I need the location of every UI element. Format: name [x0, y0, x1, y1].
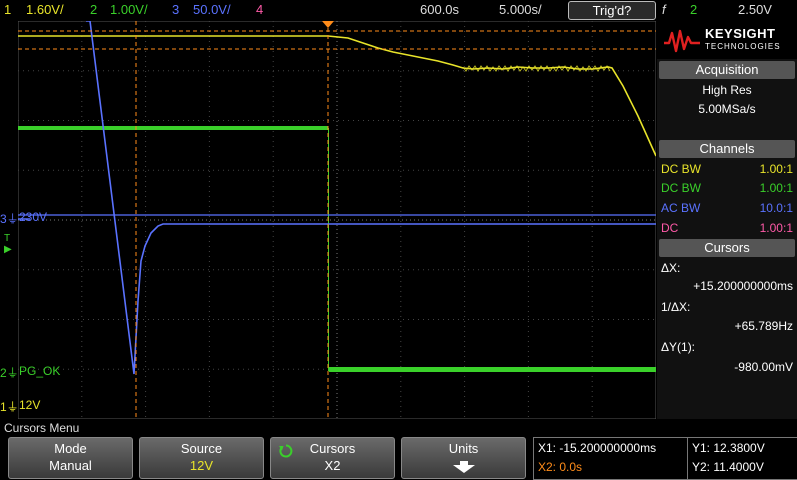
ch2-number[interactable]: 2	[90, 2, 97, 17]
time-position[interactable]: 600.0s	[420, 2, 459, 17]
ch1-number[interactable]: 1	[4, 2, 11, 17]
inverse-delta-x-value: +65.789Hz	[734, 319, 793, 333]
ch3-number[interactable]: 3	[172, 2, 179, 17]
ch3-ground-marker[interactable]: 3⏚	[0, 210, 19, 227]
ch2-trace-high	[18, 126, 328, 130]
source-softkey[interactable]: Source 12V	[139, 437, 264, 479]
units-softkey[interactable]: Units	[401, 437, 526, 479]
trigger-source[interactable]: 2	[690, 2, 697, 17]
trigger-edge-icon: f	[662, 2, 666, 17]
source-softkey-value: 12V	[189, 458, 214, 473]
channel-4-row[interactable]: DC 1.00:1	[661, 221, 793, 235]
acquisition-rate: 5.00MSa/s	[698, 102, 756, 116]
channel-1-ratio: 1.00:1	[759, 162, 793, 176]
channel-2-ratio: 1.00:1	[759, 181, 793, 195]
menu-title: Cursors Menu	[0, 419, 797, 437]
time-scale[interactable]: 5.000s/	[499, 2, 542, 17]
brand-logo: KEYSIGHT TECHNOLOGIES	[657, 21, 797, 59]
ch4-number[interactable]: 4	[256, 2, 263, 17]
keysight-wave-icon	[664, 29, 700, 53]
units-softkey-title: Units	[448, 441, 479, 456]
ch2-trace-low	[329, 367, 656, 372]
cursor-y2-readout: Y2: 11.4000V	[692, 460, 764, 474]
submenu-arrow-icon	[453, 461, 475, 473]
cursor-x2-readout: X2: 0.0s	[538, 460, 583, 474]
source-softkey-title: Source	[180, 441, 223, 456]
ch1-ground-marker[interactable]: 1⏚	[0, 398, 19, 415]
readout-divider	[687, 438, 688, 479]
acquisition-mode: High Res	[702, 83, 752, 97]
delta-x-label: ΔX:	[661, 261, 681, 275]
acquisition-header[interactable]: Acquisition	[659, 61, 795, 79]
channels-header[interactable]: Channels	[659, 140, 795, 158]
channel-3-ratio: 10.0:1	[759, 201, 793, 215]
ch3-scale[interactable]: 50.0V/	[193, 2, 231, 17]
channel-3-coupling: AC BW	[661, 201, 701, 215]
ch2-ground-marker[interactable]: 2⏚	[0, 364, 19, 381]
status-bar: 1 1.60V/ 2 1.00V/ 3 50.0V/ 4 600.0s 5.00…	[0, 0, 797, 21]
trigger-level-icon: T	[4, 233, 11, 244]
cursors-header[interactable]: Cursors	[659, 239, 795, 257]
cursors-softkey[interactable]: Cursors X2	[270, 437, 395, 479]
entry-knob-icon	[279, 444, 293, 458]
info-sidebar: KEYSIGHT TECHNOLOGIES Acquisition High R…	[657, 21, 797, 419]
channel-2-row[interactable]: DC BW 1.00:1	[661, 181, 793, 195]
waveform-display[interactable]	[18, 21, 656, 419]
trigger-level[interactable]: 2.50V	[738, 2, 772, 17]
delta-x-value: +15.200000000ms	[693, 279, 793, 293]
cursor-y1-readout: Y1: 12.3800V	[692, 441, 765, 455]
trigger-status-button[interactable]: Trig'd?	[568, 1, 656, 20]
ch1-label: 12V	[19, 398, 41, 412]
channel-3-row[interactable]: AC BW 10.0:1	[661, 201, 793, 215]
trigger-arrow-icon: ▶	[4, 244, 12, 255]
channel-2-coupling: DC BW	[661, 181, 701, 195]
cursor-readout-panel: X1: -15.200000000ms X2: 0.0s Y1: 12.3800…	[533, 437, 797, 480]
channel-4-ratio: 1.00:1	[759, 221, 793, 235]
channel-1-coupling: DC BW	[661, 162, 701, 176]
channel-4-coupling: DC	[661, 221, 679, 235]
inverse-delta-x-label: 1/ΔX:	[661, 300, 691, 314]
ch1-scale[interactable]: 1.60V/	[26, 2, 64, 17]
ch2-label: PG_OK	[19, 364, 61, 378]
mode-softkey[interactable]: Mode Manual	[8, 437, 133, 479]
mode-softkey-value: Manual	[49, 458, 92, 473]
cursors-softkey-value: X2	[324, 458, 341, 473]
delta-y-value: -980.00mV	[734, 360, 793, 374]
cursor-x1-readout: X1: -15.200000000ms	[538, 441, 657, 455]
ch2-scale[interactable]: 1.00V/	[110, 2, 148, 17]
channel-1-row[interactable]: DC BW 1.00:1	[661, 162, 793, 176]
brand-subtitle: TECHNOLOGIES	[705, 42, 781, 51]
mode-softkey-title: Mode	[54, 441, 87, 456]
delta-y-label: ΔY(1):	[661, 340, 696, 354]
brand-name: KEYSIGHT	[705, 26, 776, 41]
ch3-label: 230V	[19, 210, 48, 224]
